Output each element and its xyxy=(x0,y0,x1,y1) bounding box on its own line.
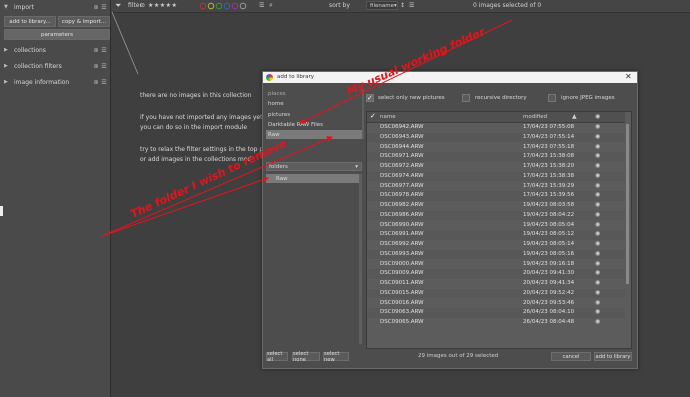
annotation-overlay xyxy=(101,11,513,237)
background-guide-line xyxy=(111,11,139,75)
remove-folder-arrow-1 xyxy=(101,136,333,237)
